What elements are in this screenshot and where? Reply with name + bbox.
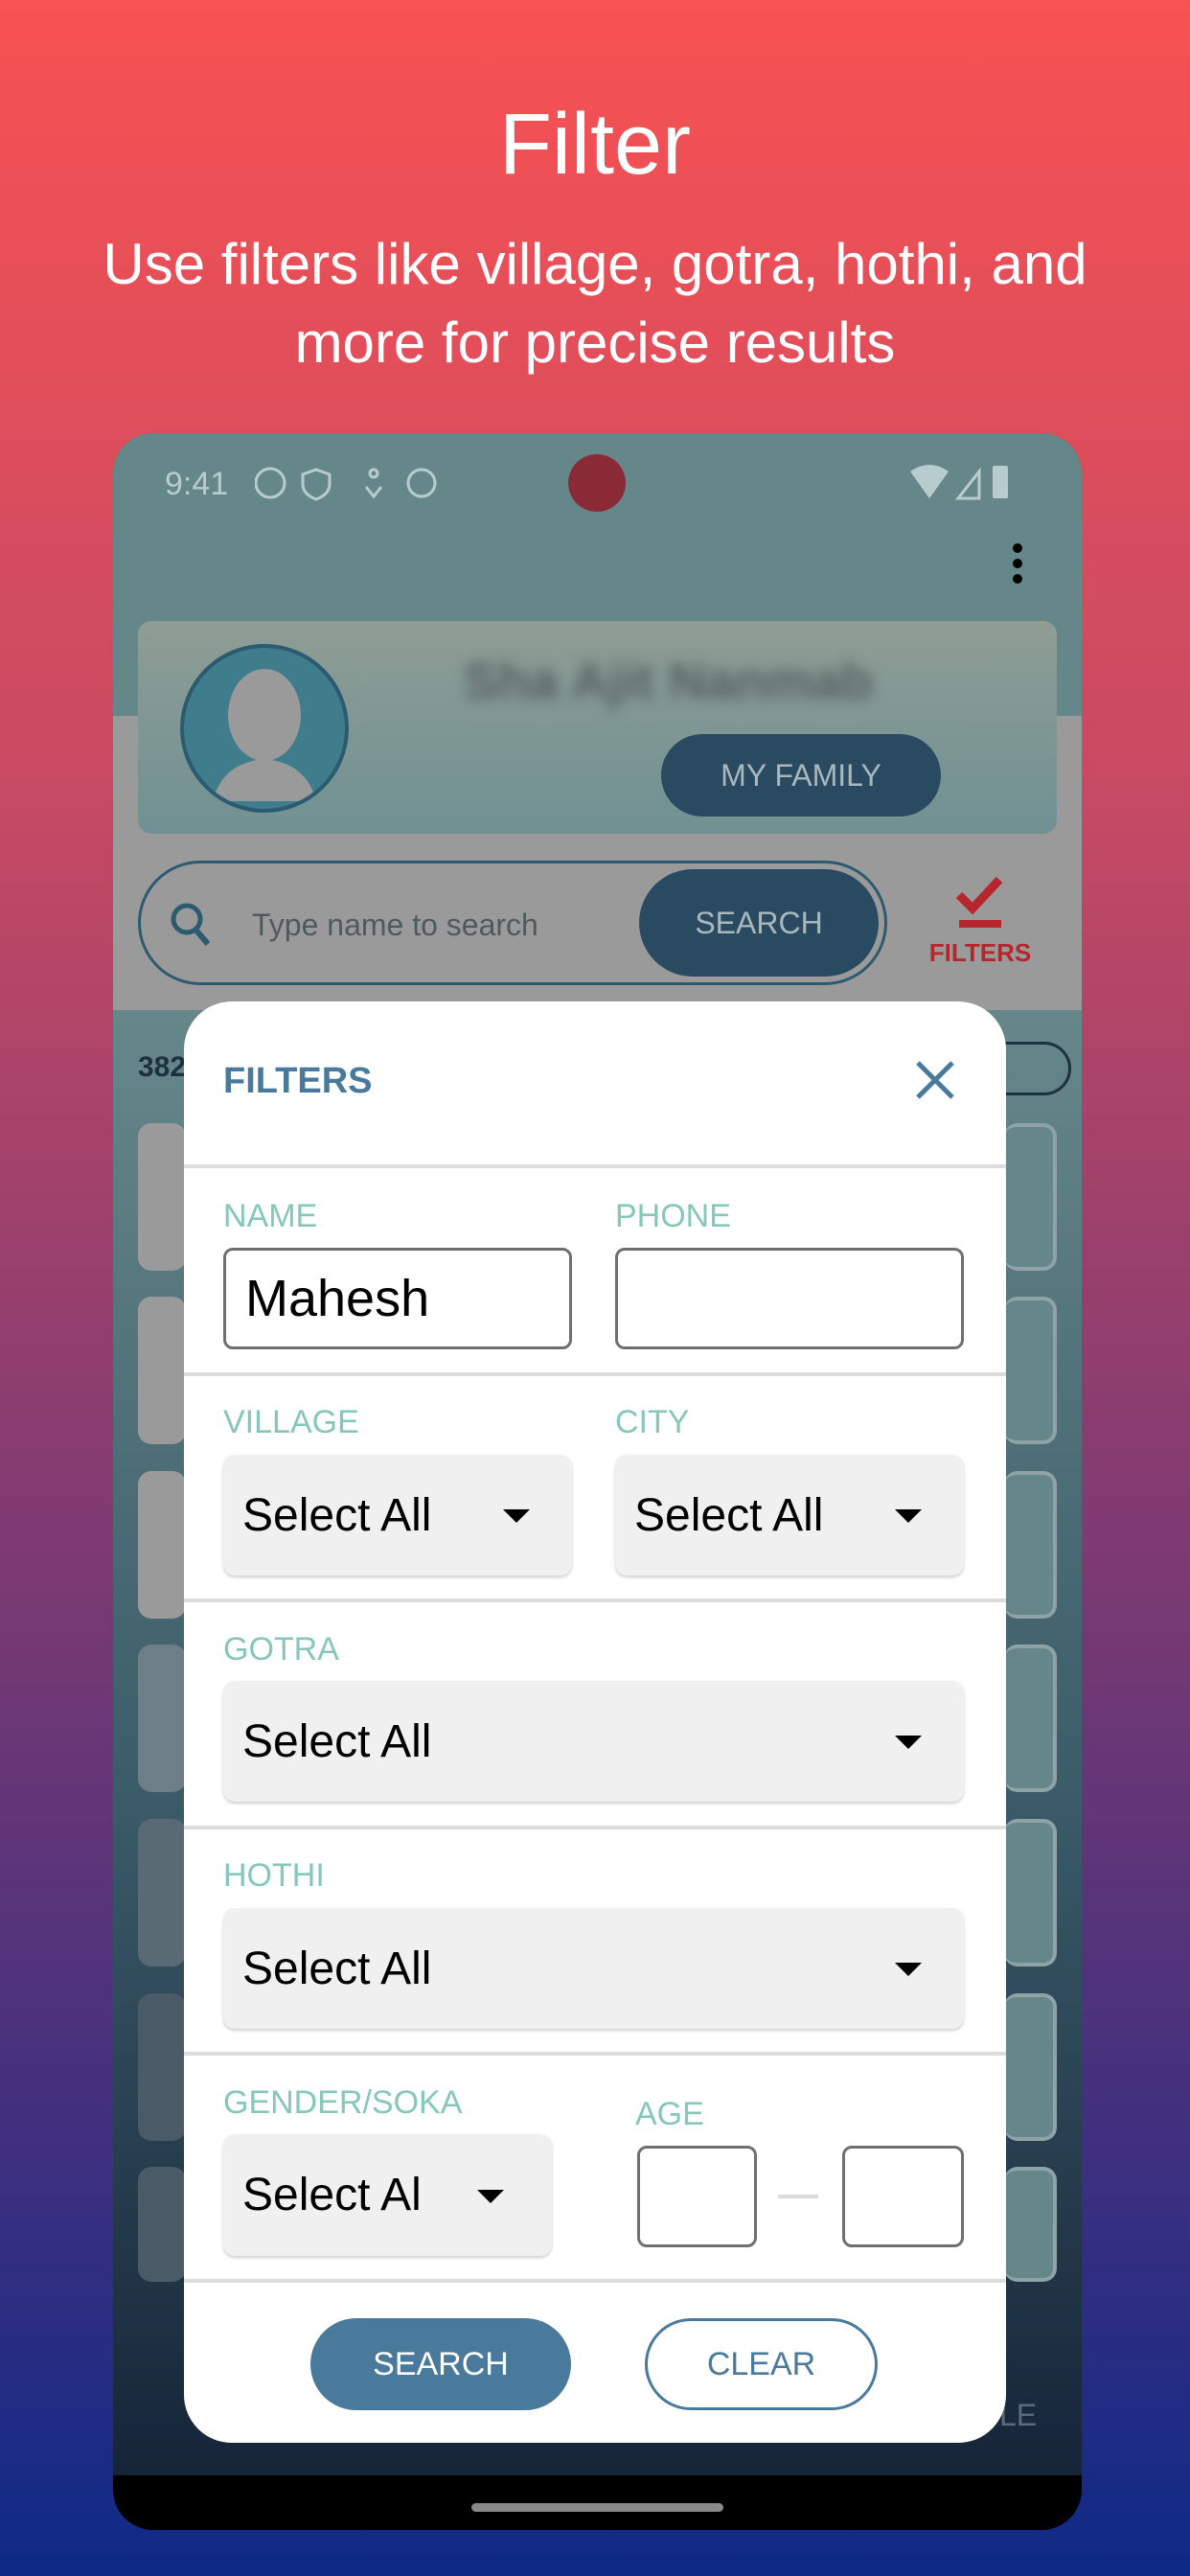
list-item[interactable] bbox=[138, 1297, 186, 1444]
list-item[interactable] bbox=[138, 1471, 186, 1619]
list-item-arrow[interactable] bbox=[1004, 1123, 1057, 1271]
search-button[interactable]: SEARCH bbox=[639, 869, 879, 977]
home-indicator[interactable] bbox=[471, 2503, 723, 2512]
clear-button[interactable]: CLEAR bbox=[645, 2318, 878, 2410]
modal-search-button[interactable]: SEARCH bbox=[310, 2318, 571, 2410]
system-status-icons bbox=[910, 465, 1008, 500]
promo-subtitle: Use filters like village, gotra, hothi, … bbox=[103, 232, 1087, 375]
gender-label: GENDER/SOKA bbox=[223, 2084, 463, 2121]
my-family-button[interactable]: MY FAMILY bbox=[661, 734, 941, 816]
profile-name: Sha Ajit Nanmab bbox=[464, 653, 874, 710]
camera-dot bbox=[568, 454, 626, 512]
village-value: Select All bbox=[242, 1489, 432, 1541]
list-item-arrow[interactable] bbox=[1004, 1297, 1057, 1444]
age-label: AGE bbox=[635, 2096, 704, 2132]
filters-button[interactable]: FILTERS bbox=[927, 874, 1033, 968]
filters-modal: FILTERS NAME PHONE Mahesh VILLAGE CITY S… bbox=[184, 1001, 1006, 2443]
city-value: Select All bbox=[634, 1489, 824, 1541]
list-item[interactable] bbox=[138, 1819, 186, 1966]
gender-select[interactable]: Select Al bbox=[223, 2134, 552, 2256]
search-input[interactable]: Type name to search bbox=[252, 908, 538, 943]
hothi-value: Select All bbox=[242, 1943, 432, 1994]
list-item[interactable] bbox=[138, 1123, 186, 1271]
phone-label: PHONE bbox=[615, 1198, 731, 1234]
city-label: CITY bbox=[615, 1404, 690, 1440]
list-item-arrow[interactable] bbox=[1004, 1644, 1057, 1792]
result-count: 382 bbox=[138, 1051, 187, 1083]
dropdown-caret-icon bbox=[503, 1509, 530, 1523]
close-icon[interactable] bbox=[914, 1059, 956, 1101]
filter-check-icon bbox=[955, 876, 1003, 928]
list-item[interactable] bbox=[138, 1644, 186, 1792]
search-icon bbox=[171, 903, 211, 946]
filters-label: FILTERS bbox=[928, 938, 1032, 967]
list-item[interactable] bbox=[138, 2167, 186, 2282]
list-item-arrow[interactable] bbox=[1004, 1993, 1057, 2141]
avatar[interactable] bbox=[180, 644, 349, 813]
status-time: 9:41 bbox=[165, 466, 229, 502]
list-item-arrow[interactable] bbox=[1004, 1471, 1057, 1619]
dropdown-caret-icon bbox=[477, 2189, 504, 2203]
notification-icons bbox=[255, 467, 437, 501]
gotra-label: GOTRA bbox=[223, 1631, 339, 1668]
city-select[interactable]: Select All bbox=[615, 1455, 964, 1576]
gender-value: Select Al bbox=[242, 2170, 422, 2220]
search-bar: Type name to search SEARCH bbox=[138, 861, 887, 985]
list-item[interactable] bbox=[138, 1993, 186, 2141]
village-select[interactable]: Select All bbox=[223, 1455, 572, 1576]
gotra-value: Select All bbox=[242, 1715, 432, 1767]
dropdown-caret-icon bbox=[895, 1736, 922, 1749]
dropdown-caret-icon bbox=[895, 1963, 922, 1976]
hothi-select[interactable]: Select All bbox=[223, 1908, 964, 2029]
list-item-arrow[interactable] bbox=[1004, 1819, 1057, 1966]
age-range-dash bbox=[778, 2195, 818, 2198]
profile-card: Sha Ajit Nanmab MY FAMILY bbox=[138, 621, 1057, 834]
age-max-input[interactable] bbox=[842, 2146, 964, 2247]
phone-input[interactable] bbox=[615, 1248, 964, 1349]
age-min-input[interactable] bbox=[637, 2146, 757, 2247]
modal-title: FILTERS bbox=[223, 1061, 373, 1101]
list-action-button[interactable] bbox=[1004, 1042, 1071, 1095]
more-options-icon[interactable] bbox=[1010, 540, 1025, 588]
list-item-arrow[interactable] bbox=[1004, 2167, 1057, 2282]
person-icon bbox=[213, 669, 316, 801]
promo-title: Filter bbox=[499, 97, 691, 193]
name-label: NAME bbox=[223, 1198, 318, 1234]
dropdown-caret-icon bbox=[895, 1509, 922, 1523]
name-input[interactable]: Mahesh bbox=[223, 1248, 572, 1349]
village-label: VILLAGE bbox=[223, 1404, 359, 1440]
gotra-select[interactable]: Select All bbox=[223, 1681, 964, 1802]
hothi-label: HOTHI bbox=[223, 1857, 325, 1894]
